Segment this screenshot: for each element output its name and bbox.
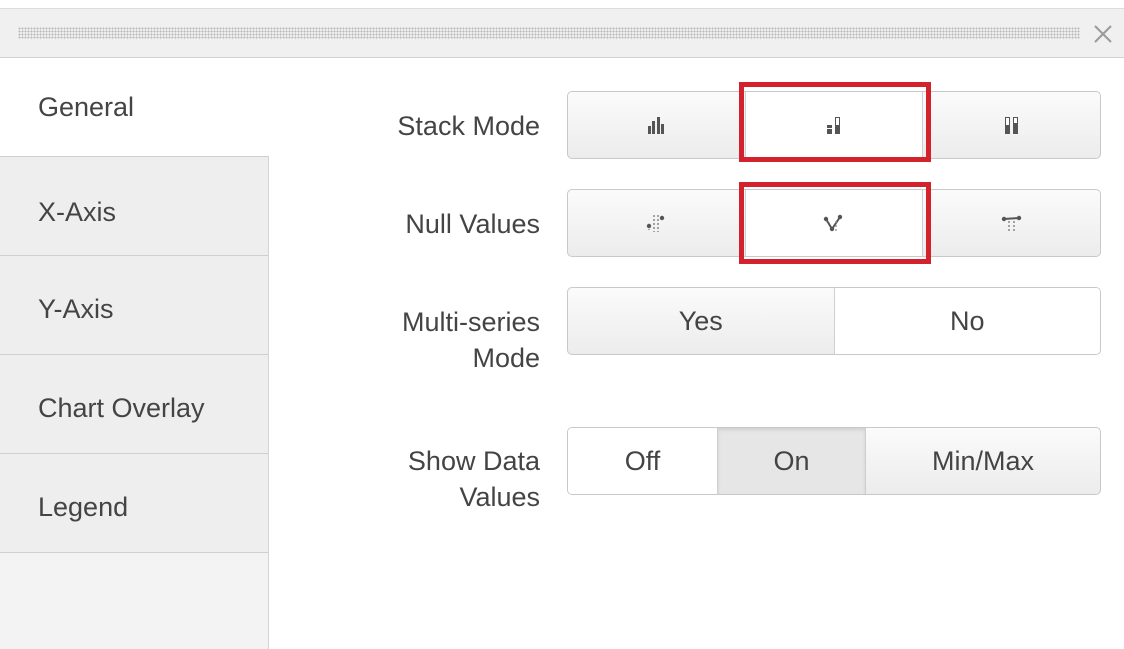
general-settings-panel: Stack Mode Null Values Multi-series Mode… [269, 58, 1124, 649]
stack-mode-option-stacked-100[interactable] [923, 92, 1100, 158]
show-data-values-label-line1: Show Data [407, 446, 540, 476]
settings-sidebar: General X-Axis Y-Axis Chart Overlay Lege… [0, 58, 269, 649]
stack-mode-control [567, 91, 1101, 159]
null-values-option-zero[interactable] [745, 190, 924, 256]
multi-series-mode-label-line1: Multi-series [401, 307, 540, 337]
null-connect-icon [1001, 215, 1021, 232]
sidebar-item-x-axis[interactable]: X-Axis [0, 157, 268, 256]
close-icon[interactable] [1090, 21, 1116, 47]
sidebar-item-chart-overlay[interactable]: Chart Overlay [0, 355, 268, 454]
sidebar-item-legend[interactable]: Legend [0, 454, 268, 553]
sidebar-item-label: General [38, 92, 135, 122]
dialog-titlebar[interactable] [0, 8, 1124, 58]
multi-series-no-button[interactable]: No [834, 288, 1100, 354]
stacked-icon [827, 117, 840, 134]
chart-format-dialog: General X-Axis Y-Axis Chart Overlay Lege… [0, 0, 1124, 649]
stacked-100-icon [1004, 117, 1018, 134]
sidebar-item-general[interactable]: General [0, 58, 269, 157]
null-values-control [567, 189, 1101, 257]
show-data-values-on-button[interactable]: On [718, 428, 866, 494]
null-values-option-connect[interactable] [923, 190, 1100, 256]
multi-series-yes-button[interactable]: Yes [568, 288, 835, 354]
not-stacked-icon [648, 117, 665, 134]
show-data-values-minmax-button[interactable]: Min/Max [866, 428, 1100, 494]
sidebar-item-label: X-Axis [38, 197, 117, 227]
show-data-values-control: Off On Min/Max [567, 427, 1101, 495]
drag-handle[interactable] [18, 27, 1080, 39]
null-zero-icon [823, 214, 843, 232]
multi-series-mode-label: Multi-series Mode [402, 304, 540, 376]
sidebar-item-y-axis[interactable]: Y-Axis [0, 256, 268, 355]
sidebar-item-label: Y-Axis [38, 294, 114, 324]
null-values-option-gaps[interactable] [568, 190, 746, 256]
null-gaps-icon [647, 215, 665, 232]
null-values-label: Null Values [405, 209, 540, 239]
show-data-values-off-button[interactable]: Off [568, 428, 718, 494]
show-data-values-label-line2: Values [459, 482, 540, 512]
stack-mode-option-unstacked[interactable] [568, 92, 746, 158]
stack-mode-option-stacked[interactable] [745, 92, 924, 158]
show-data-values-label: Show Data Values [408, 443, 540, 515]
sidebar-item-label: Legend [38, 492, 129, 522]
stack-mode-label: Stack Mode [397, 111, 540, 141]
multi-series-mode-label-line2: Mode [472, 343, 540, 373]
sidebar-item-label: Chart Overlay [38, 393, 205, 423]
multi-series-mode-control: Yes No [567, 287, 1101, 355]
